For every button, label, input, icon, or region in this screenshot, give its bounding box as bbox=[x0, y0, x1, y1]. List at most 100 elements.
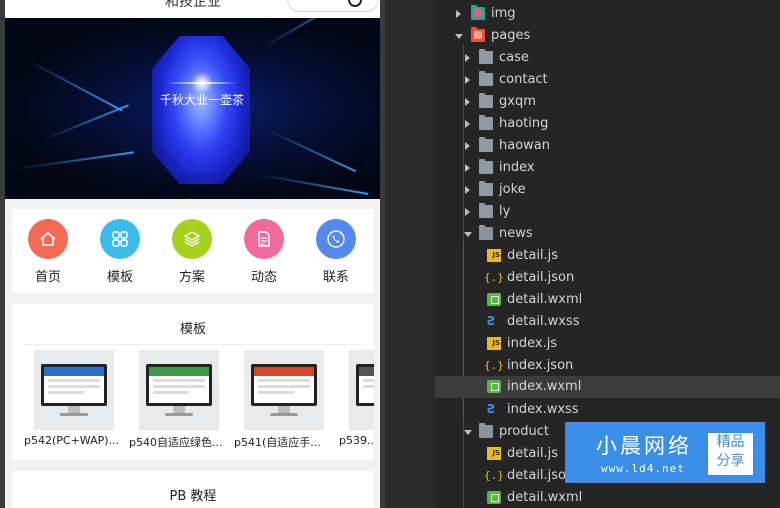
nav-label: 联系 bbox=[322, 270, 349, 285]
chevron-right-icon[interactable] bbox=[456, 10, 461, 18]
banner-carousel[interactable]: 千秋大业一壶茶 bbox=[5, 18, 380, 199]
tree-item-label: detail.js bbox=[507, 446, 559, 461]
tree-item-label: index.wxss bbox=[507, 402, 579, 417]
chevron-right-icon[interactable] bbox=[465, 142, 470, 150]
light-streak bbox=[44, 104, 129, 140]
page-title: 和技企业 bbox=[165, 0, 221, 10]
chevron-right-icon[interactable] bbox=[465, 208, 470, 216]
tree-row-file[interactable]: Ƨ detail.wxss bbox=[435, 311, 780, 333]
nav-item-solutions[interactable]: 方案 bbox=[162, 219, 222, 285]
tree-item-label: news bbox=[499, 226, 533, 241]
close-circle-icon[interactable] bbox=[348, 0, 362, 7]
nav-item-home[interactable]: 首页 bbox=[18, 219, 78, 285]
folder-open-icon bbox=[479, 423, 493, 438]
quick-nav-grid: 首页 模板 方案 动态 联系 bbox=[12, 209, 374, 293]
watermark-tag: 精品 分享 bbox=[708, 433, 753, 475]
tutorial-section: PB 教程 bbox=[12, 471, 374, 508]
template-thumbnail bbox=[34, 350, 114, 430]
chevron-right-icon[interactable] bbox=[465, 98, 470, 106]
tree-row-file[interactable]: detail.wxml bbox=[435, 487, 780, 508]
tree-item-label: haoting bbox=[499, 116, 549, 131]
tree-row-file-selected[interactable]: index.wxml bbox=[435, 376, 780, 398]
tree-row-folder[interactable]: case bbox=[435, 47, 780, 69]
json-file-icon: {.} bbox=[484, 271, 504, 284]
tree-row-file[interactable]: detail.wxml bbox=[435, 289, 780, 311]
chevron-right-icon[interactable] bbox=[465, 76, 470, 84]
template-card[interactable]: p541(自适应手... bbox=[234, 350, 334, 450]
template-name: p541(自适应手... bbox=[234, 436, 321, 449]
tree-row-folder[interactable]: ly bbox=[435, 201, 780, 223]
chevron-down-icon[interactable] bbox=[464, 232, 472, 237]
folder-icon bbox=[479, 203, 493, 218]
tree-row-file[interactable]: Ƨ index.wxss bbox=[435, 399, 780, 421]
template-card[interactable]: p540自适应绿色... bbox=[129, 350, 229, 450]
banner-caption: 千秋大业一壶茶 bbox=[159, 93, 244, 107]
chevron-down-icon[interactable] bbox=[455, 34, 463, 39]
nav-item-templates[interactable]: 模板 bbox=[90, 219, 150, 285]
tree-item-label: detail.js bbox=[507, 248, 559, 263]
crystal-highlight bbox=[163, 48, 239, 172]
tree-item-label: haowan bbox=[499, 138, 550, 153]
template-scroll-list[interactable]: p542(PC+WAP)... p540自适应绿色... p541(自适应手..… bbox=[24, 350, 374, 456]
navigation-bar: 和技企业 bbox=[5, 0, 380, 18]
tree-row-folder[interactable]: gxqm bbox=[435, 91, 780, 113]
layers-icon bbox=[172, 219, 212, 259]
nav-label: 方案 bbox=[178, 270, 205, 285]
nav-label: 模板 bbox=[106, 270, 133, 285]
template-card[interactable]: p539... bbox=[339, 350, 374, 447]
light-streak bbox=[254, 173, 369, 195]
light-streak bbox=[259, 18, 356, 50]
chevron-right-icon[interactable] bbox=[465, 120, 470, 128]
tree-row-file[interactable]: JS index.js bbox=[435, 333, 780, 355]
nav-label: 动态 bbox=[250, 270, 277, 285]
json-file-icon: {.} bbox=[484, 469, 504, 482]
tree-row-file[interactable]: {.} detail.json bbox=[435, 267, 780, 289]
tree-row-folder[interactable]: pages bbox=[435, 25, 780, 47]
tree-row-file[interactable]: JS detail.js bbox=[435, 245, 780, 267]
template-thumbnail bbox=[349, 350, 374, 430]
tree-row-folder[interactable]: haoting bbox=[435, 113, 780, 135]
tree-row-folder[interactable]: joke bbox=[435, 179, 780, 201]
tree-row-folder[interactable]: haowan bbox=[435, 135, 780, 157]
watermark-tag-line: 分享 bbox=[716, 453, 745, 469]
template-thumbnail bbox=[139, 350, 219, 430]
tree-row-folder[interactable]: img bbox=[435, 3, 780, 25]
js-file-icon: JS bbox=[487, 249, 501, 262]
light-streak bbox=[14, 151, 134, 170]
nav-item-news[interactable]: 动态 bbox=[234, 219, 294, 285]
tree-item-label: index.js bbox=[507, 336, 558, 351]
chevron-down-icon[interactable] bbox=[464, 430, 472, 435]
divider bbox=[24, 344, 362, 345]
folder-icon bbox=[479, 115, 493, 130]
tree-item-label: product bbox=[499, 424, 550, 439]
tree-row-file[interactable]: {.} index.json bbox=[435, 355, 780, 377]
tree-item-label: joke bbox=[499, 182, 526, 197]
json-file-icon: {.} bbox=[484, 359, 504, 372]
tree-item-label: gxqm bbox=[499, 94, 536, 109]
pages-folder-icon bbox=[471, 27, 485, 42]
watermark-url: www.ld4.net bbox=[601, 462, 685, 475]
folder-open-icon bbox=[479, 225, 493, 240]
wxml-file-icon bbox=[487, 293, 501, 306]
capsule-menu-button[interactable] bbox=[287, 0, 379, 12]
wxss-file-icon: Ƨ bbox=[487, 402, 496, 416]
template-name: p542(PC+WAP)... bbox=[24, 434, 120, 447]
wxss-file-icon: Ƨ bbox=[487, 314, 496, 328]
document-icon bbox=[244, 219, 284, 259]
chevron-right-icon[interactable] bbox=[465, 164, 470, 172]
js-file-icon: JS bbox=[487, 337, 501, 350]
tree-row-folder[interactable]: contact bbox=[435, 69, 780, 91]
carousel-indicator-dot[interactable] bbox=[188, 198, 194, 199]
folder-icon bbox=[479, 159, 493, 174]
watermark-tag-line: 精品 bbox=[716, 434, 745, 450]
chevron-right-icon[interactable] bbox=[465, 54, 470, 62]
tree-item-label: case bbox=[499, 50, 529, 65]
chevron-right-icon[interactable] bbox=[465, 186, 470, 194]
nav-item-contact[interactable]: 联系 bbox=[306, 219, 366, 285]
tree-row-folder[interactable]: index bbox=[435, 157, 780, 179]
panel-divider bbox=[385, 0, 435, 508]
tree-item-label: pages bbox=[491, 28, 531, 43]
tree-item-label: detail.json bbox=[507, 270, 575, 285]
template-card[interactable]: p542(PC+WAP)... bbox=[24, 350, 124, 447]
tree-row-folder[interactable]: news bbox=[435, 223, 780, 245]
